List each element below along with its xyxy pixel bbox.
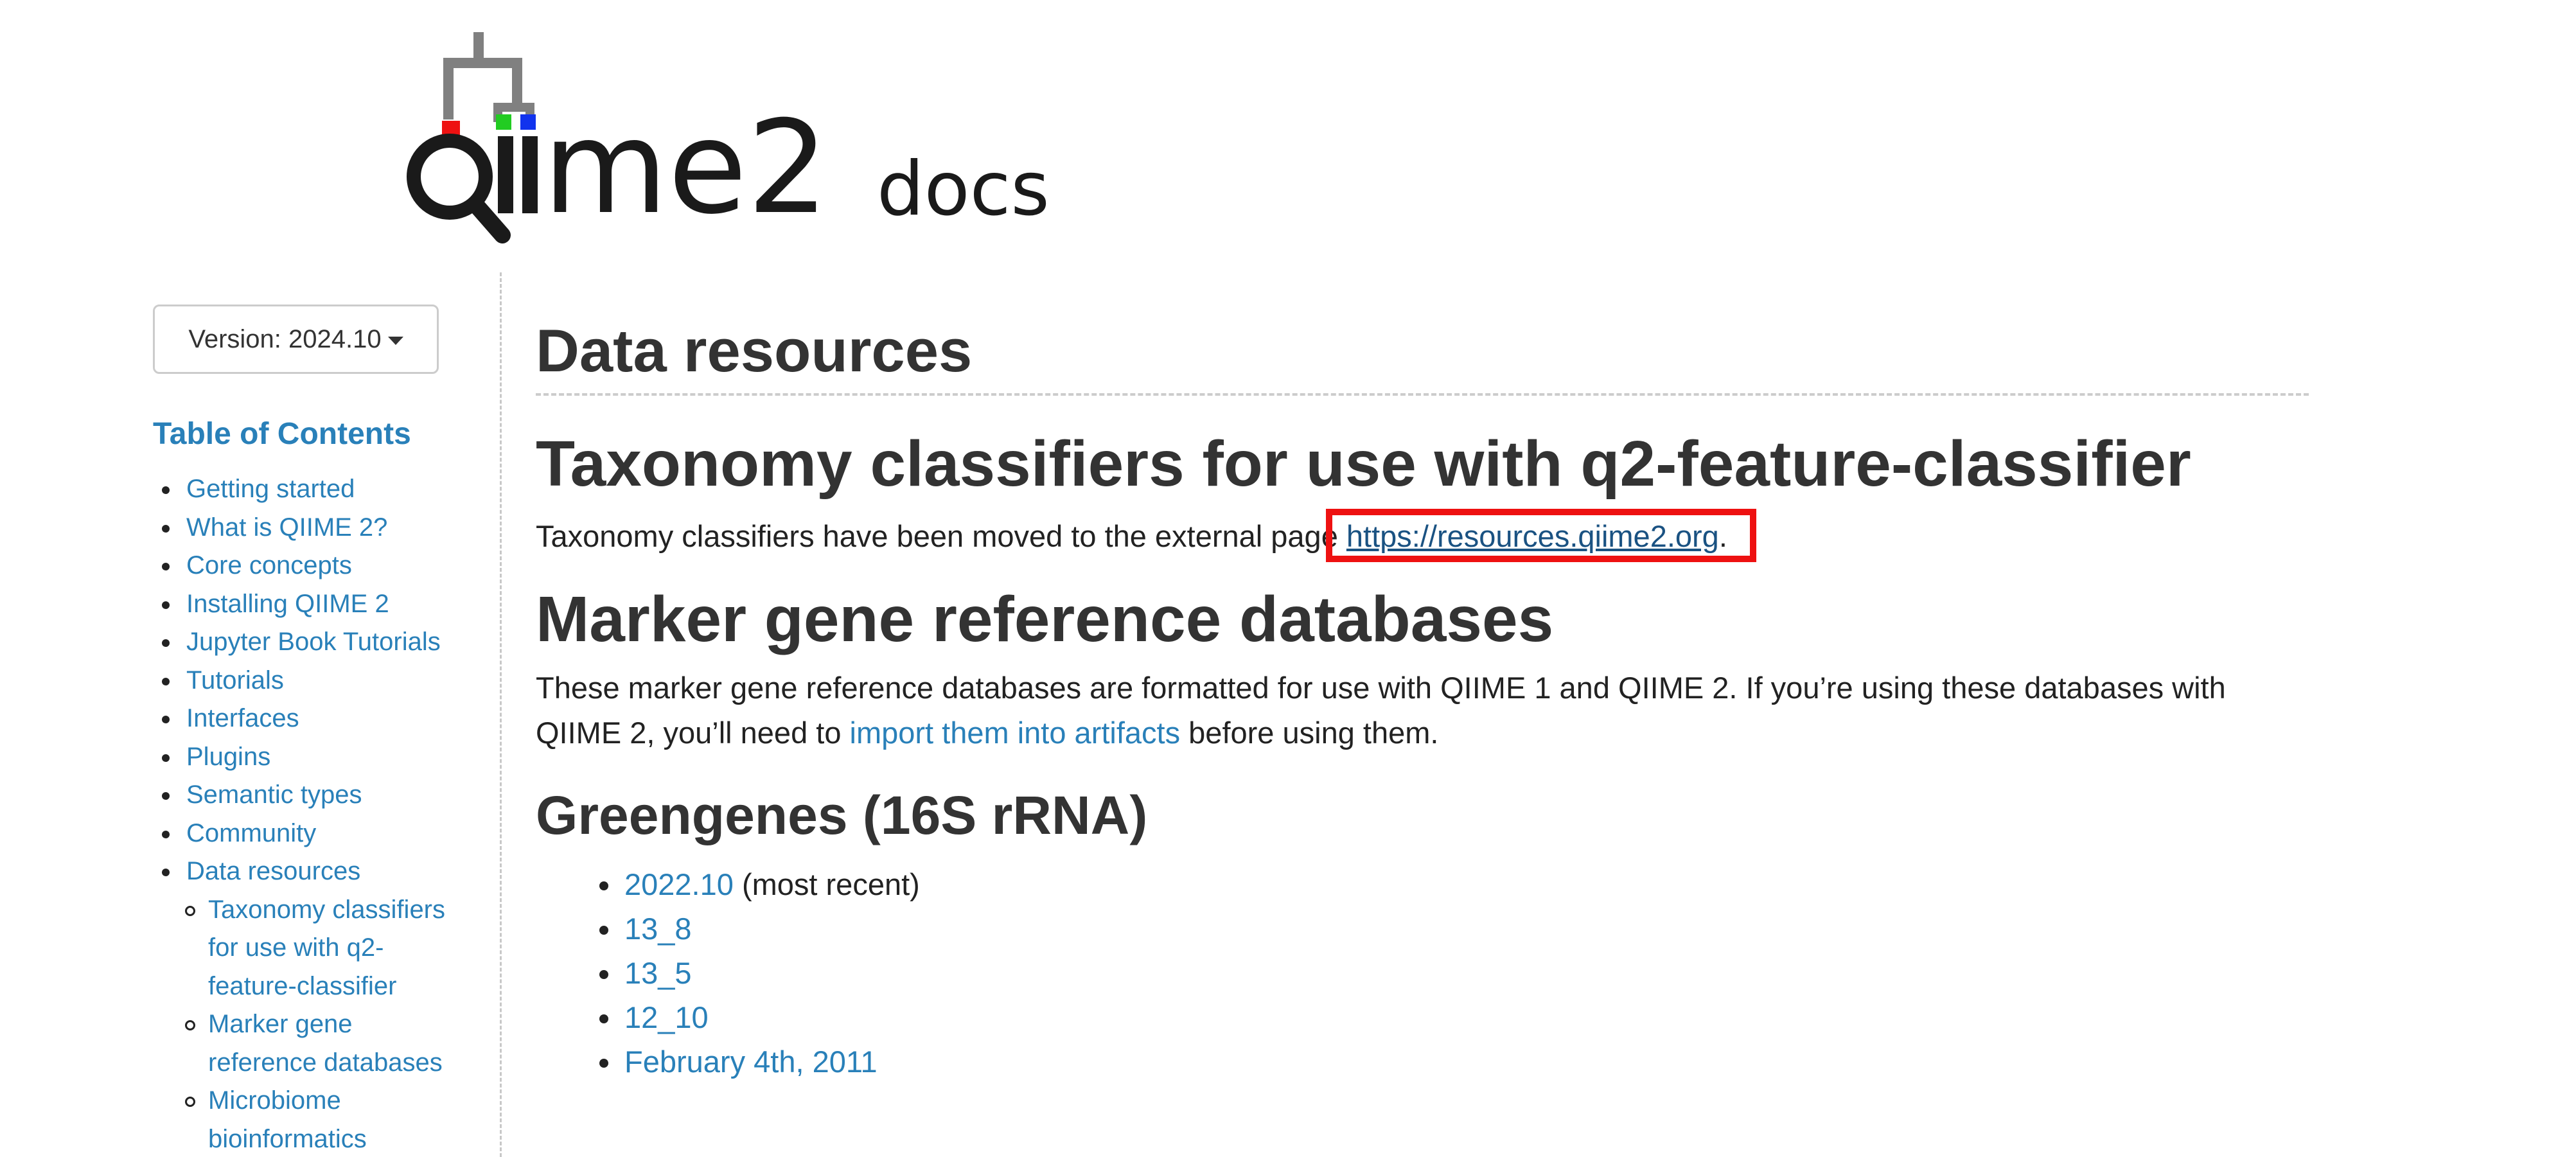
toc-item-data-resources: Data resources [153, 852, 474, 891]
toc-item-core-concepts[interactable]: Core concepts [153, 547, 474, 585]
list-item: 2022.10 (most recent) [536, 862, 2322, 906]
import-artifacts-link[interactable]: import them into artifacts [850, 716, 1181, 750]
greengenes-2022-10-link[interactable]: 2022.10 [624, 867, 734, 901]
caret-down-icon [387, 336, 403, 345]
toc-item-interfaces[interactable]: Interfaces [153, 700, 474, 738]
logo-text-sub: docs [877, 146, 1050, 233]
toc-item-semantic-types[interactable]: Semantic types [153, 776, 474, 815]
toc-subitem-taxonomy-classifiers[interactable]: Taxonomy classifiers for use with q2-fea… [153, 891, 461, 1006]
toc-item-data-resources-link[interactable]: Data resources [186, 857, 360, 885]
toc-item-plugins[interactable]: Plugins [153, 738, 474, 777]
toc-item-tutorials[interactable]: Tutorials [153, 662, 474, 700]
greengenes-list: 2022.10 (most recent) 13_8 13_5 12_10 Fe… [536, 862, 2322, 1084]
greengenes-feb-2011-link[interactable]: February 4th, 2011 [624, 1045, 878, 1079]
toc-sublist-data-resources: Taxonomy classifiers for use with q2-fea… [153, 891, 461, 1157]
heading-marker-gene-databases: Marker gene reference databases [536, 583, 1554, 655]
toc-subitem-microbiome-bioinformatics[interactable]: Microbiome bioinformatics [153, 1082, 461, 1157]
version-label: Version: 2024.10 [188, 325, 382, 353]
heading-taxonomy-classifiers: Taxonomy classifiers for use with q2-fea… [536, 428, 2191, 500]
greengenes-note: (most recent) [733, 867, 920, 901]
toc-item-jupyter-book-tutorials[interactable]: Jupyter Book Tutorials [153, 623, 474, 662]
taxonomy-paragraph: Taxonomy classifiers have been moved to … [536, 509, 2322, 562]
marker-text-end: before using them. [1180, 716, 1439, 750]
list-item: 12_10 [536, 995, 2322, 1039]
version-dropdown[interactable]: Version: 2024.10 [153, 305, 439, 374]
toc-item-what-is-qiime2[interactable]: What is QIIME 2? [153, 509, 474, 547]
list-item: 13_5 [536, 951, 2322, 995]
heading-greengenes: Greengenes (16S rRNA) [536, 785, 1148, 845]
toc-item-installing[interactable]: Installing QIIME 2 [153, 585, 474, 624]
qiime2-docs-logo[interactable]: me2 docs [405, 32, 1086, 251]
list-item: 13_8 [536, 906, 2322, 951]
logo-tree-icon [442, 32, 536, 139]
toc-item-getting-started[interactable]: Getting started [153, 470, 474, 509]
sidebar-divider [500, 272, 502, 1157]
marker-paragraph: These marker gene reference databases ar… [536, 666, 2309, 755]
page: me2 docs Version: 2024.10 Table of Conte… [0, 0, 2576, 1157]
resources-qiime2-link-text: https://resources.qiime2.org [1346, 519, 1719, 553]
toc-item-community[interactable]: Community [153, 815, 474, 853]
resources-qiime2-link[interactable]: https://resources.qiime2.org [1325, 509, 1756, 562]
taxonomy-text-end: . [1718, 519, 1727, 553]
list-item: February 4th, 2011 [536, 1039, 2322, 1084]
sidebar: Version: 2024.10 Table of Contents Getti… [153, 305, 474, 1157]
greengenes-13-5-link[interactable]: 13_5 [624, 956, 692, 990]
greengenes-13-8-link[interactable]: 13_8 [624, 912, 692, 946]
greengenes-12-10-link[interactable]: 12_10 [624, 1000, 709, 1034]
toc-subitem-marker-gene-databases[interactable]: Marker gene reference databases [153, 1005, 461, 1082]
toc-title[interactable]: Table of Contents [153, 416, 474, 452]
page-title: Data resources [536, 308, 2309, 396]
toc-list: Getting started What is QIIME 2? Core co… [153, 470, 474, 891]
taxonomy-text: Taxonomy classifiers have been moved to … [536, 519, 1346, 553]
logo-text-main: me2 [543, 93, 829, 243]
main-content: Data resources Taxonomy classifiers for … [536, 308, 2322, 1084]
